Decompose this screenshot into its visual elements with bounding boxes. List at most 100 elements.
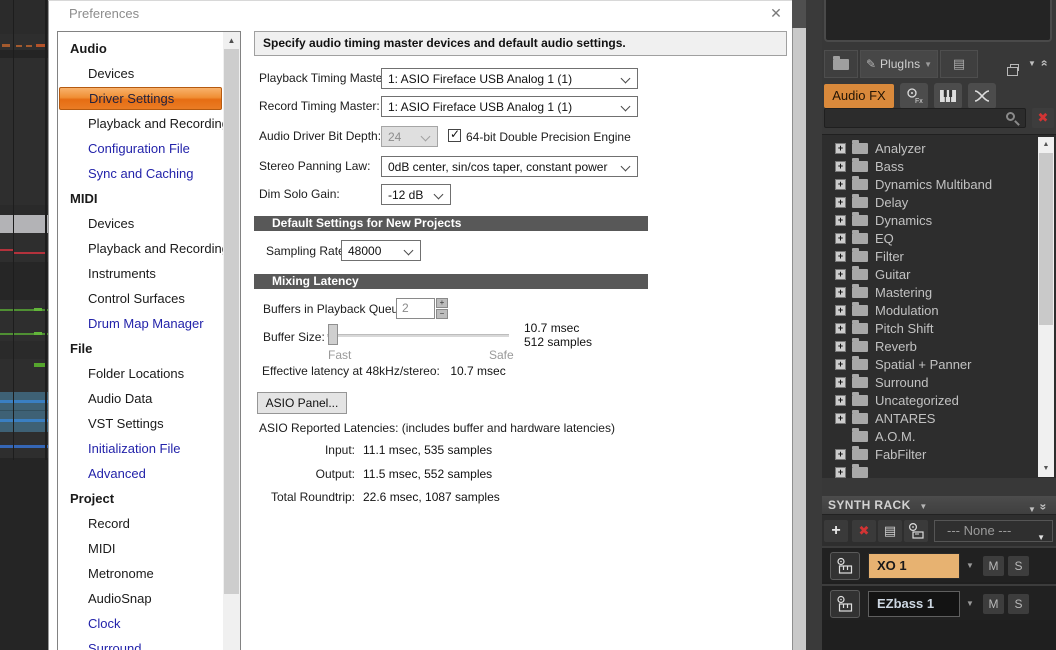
plugin-search-input[interactable]	[824, 108, 1026, 128]
plugin-category-dynamics[interactable]: + Dynamics	[822, 211, 1056, 229]
sidebar-item-audio-data[interactable]: Audio Data	[58, 386, 223, 411]
instrument-name-field[interactable]: XO 1	[868, 553, 960, 579]
plugin-category-bass[interactable]: + Bass	[822, 157, 1056, 175]
plugin-category-antares[interactable]: + ANTARES	[822, 409, 1056, 427]
mute-button[interactable]: M	[983, 594, 1004, 614]
sidebar-item-audiosnap[interactable]: AudioSnap	[58, 586, 223, 611]
chevron-down-icon[interactable]: ▼	[919, 502, 927, 511]
sidebar-item-control-surfaces[interactable]: Control Surfaces	[58, 286, 223, 311]
sidebar-item-advanced[interactable]: Advanced	[58, 461, 223, 486]
buffer-size-slider-track[interactable]	[327, 334, 509, 337]
synth-rack-header[interactable]: SYNTH RACK ▼ ▼ »	[822, 496, 1056, 514]
rewire-filter-button[interactable]	[968, 83, 996, 109]
spin-down-button[interactable]: −	[436, 309, 448, 319]
solo-button[interactable]: S	[1008, 594, 1029, 614]
sampling-rate-select[interactable]: 48000	[341, 240, 421, 261]
collapse-down-icon[interactable]: »	[1035, 503, 1053, 510]
sidebar-scrollbar[interactable]: ▲	[223, 32, 240, 650]
sidebar-item-driver-settings[interactable]: Driver Settings	[59, 87, 222, 110]
sidebar-item-initialization-file[interactable]: Initialization File	[58, 436, 223, 461]
plugin-category-eq[interactable]: + EQ	[822, 229, 1056, 247]
expand-icon[interactable]: +	[835, 250, 846, 262]
plugin-category-dynamics-multiband[interactable]: + Dynamics Multiband	[822, 175, 1056, 193]
dock-menu-icon[interactable]: ▼	[1028, 59, 1036, 68]
sidebar-section-project[interactable]: Project	[58, 486, 223, 511]
instrument-name-field[interactable]: EZbass 1	[868, 591, 960, 617]
sidebar-item-configuration-file[interactable]: Configuration File	[58, 136, 223, 161]
double-precision-checkbox[interactable]: ✓	[448, 127, 461, 142]
playback-timing-master-select[interactable]: 1: ASIO Fireface USB Analog 1 (1)	[381, 68, 638, 89]
audio-fx-tab[interactable]: Audio FX	[824, 84, 894, 108]
plugin-category-uncategorized[interactable]: + Uncategorized	[822, 391, 1056, 409]
asio-panel-button[interactable]: ASIO Panel...	[257, 392, 347, 414]
dim-solo-gain-select[interactable]: -12 dB	[381, 184, 451, 205]
chevron-down-icon[interactable]: ▼	[966, 599, 974, 608]
buffers-queue-input[interactable]: 2	[396, 298, 435, 319]
expand-icon[interactable]: +	[835, 268, 846, 280]
scrollbar-thumb[interactable]	[224, 49, 239, 594]
plugin-category-spatial-panner[interactable]: + Spatial + Panner	[822, 355, 1056, 373]
sidebar-item-vst-settings[interactable]: VST Settings	[58, 411, 223, 436]
expand-icon[interactable]: +	[835, 214, 846, 226]
background-scrollbar[interactable]	[792, 28, 806, 650]
plugin-category-pitch-shift[interactable]: + Pitch Shift	[822, 319, 1056, 337]
clear-search-button[interactable]: ✖	[1032, 108, 1054, 128]
insert-send-button[interactable]	[904, 520, 928, 542]
sidebar-item-audio-playback-recording[interactable]: Playback and Recording	[58, 111, 229, 136]
add-synth-button[interactable]: +	[824, 520, 848, 542]
plugin-category-analyzer[interactable]: + Analyzer	[822, 139, 1056, 157]
sidebar-item-midi-devices[interactable]: Devices	[58, 211, 223, 236]
plugin-list-scrollbar[interactable]: ▲ ▼	[1038, 137, 1054, 477]
dock-layout-icon[interactable]	[1007, 64, 1019, 76]
sidebar-item-record[interactable]: Record	[58, 511, 223, 536]
plugin-category-mastering[interactable]: + Mastering	[822, 283, 1056, 301]
plugin-category-reverb[interactable]: + Reverb	[822, 337, 1056, 355]
buffer-size-slider-thumb[interactable]	[328, 324, 338, 345]
plugin-category-filter[interactable]: + Filter	[822, 247, 1056, 265]
scrollbar-thumb[interactable]	[1039, 153, 1053, 325]
mute-button[interactable]: M	[983, 556, 1004, 576]
instrument-icon-button[interactable]	[830, 590, 860, 618]
expand-icon[interactable]: +	[835, 412, 846, 424]
plugin-category-modulation[interactable]: + Modulation	[822, 301, 1056, 319]
scroll-up-icon[interactable]: ▲	[223, 32, 240, 49]
fx-filter-button[interactable]: Fx	[900, 83, 928, 109]
sidebar-item-project-midi[interactable]: MIDI	[58, 536, 223, 561]
sidebar-item-surround[interactable]: Surround	[58, 636, 223, 650]
expand-icon[interactable]: +	[835, 448, 846, 460]
sidebar-item-metronome[interactable]: Metronome	[58, 561, 223, 586]
properties-button[interactable]: ▤	[878, 520, 902, 542]
expand-icon[interactable]: +	[835, 232, 846, 244]
solo-button[interactable]: S	[1008, 556, 1029, 576]
sidebar-item-sync-caching[interactable]: Sync and Caching	[58, 161, 223, 186]
plugin-category-surround[interactable]: + Surround	[822, 373, 1056, 391]
expand-icon[interactable]: +	[835, 142, 846, 154]
plugin-category-partial[interactable]: +	[822, 463, 1056, 478]
sidebar-section-file[interactable]: File	[58, 336, 223, 361]
collapse-up-icon[interactable]: »	[1036, 60, 1050, 67]
sidebar-item-drum-map-manager[interactable]: Drum Map Manager	[58, 311, 223, 336]
expand-icon[interactable]: +	[835, 178, 846, 190]
sidebar-item-instruments[interactable]: Instruments	[58, 261, 223, 286]
scroll-down-icon[interactable]: ▼	[1038, 461, 1054, 477]
tab-plugins[interactable]: ✎ PlugIns ▼	[860, 50, 938, 78]
chevron-down-icon[interactable]: ▼	[966, 561, 974, 570]
notes-browser-tab[interactable]: ▤	[940, 50, 978, 78]
instrument-icon-button[interactable]	[830, 552, 860, 580]
delete-synth-button[interactable]: ✖	[852, 520, 876, 542]
sidebar-section-audio[interactable]: Audio	[58, 36, 223, 61]
sidebar-section-midi[interactable]: MIDI	[58, 186, 223, 211]
plugin-category-guitar[interactable]: + Guitar	[822, 265, 1056, 283]
plugin-category-delay[interactable]: + Delay	[822, 193, 1056, 211]
media-browser-tab[interactable]	[824, 50, 858, 78]
expand-icon[interactable]: +	[835, 160, 846, 172]
plugin-category-fabfilter[interactable]: + FabFilter	[822, 445, 1056, 463]
expand-icon[interactable]: +	[835, 358, 846, 370]
preset-select[interactable]: --- None --- ▼	[934, 520, 1053, 542]
instruments-filter-button[interactable]	[934, 83, 962, 109]
sidebar-item-audio-devices[interactable]: Devices	[58, 61, 223, 86]
expand-icon[interactable]: +	[835, 286, 846, 298]
expand-icon[interactable]: +	[835, 196, 846, 208]
record-timing-master-select[interactable]: 1: ASIO Fireface USB Analog 1 (1)	[381, 96, 638, 117]
scroll-up-icon[interactable]: ▲	[1038, 137, 1054, 153]
